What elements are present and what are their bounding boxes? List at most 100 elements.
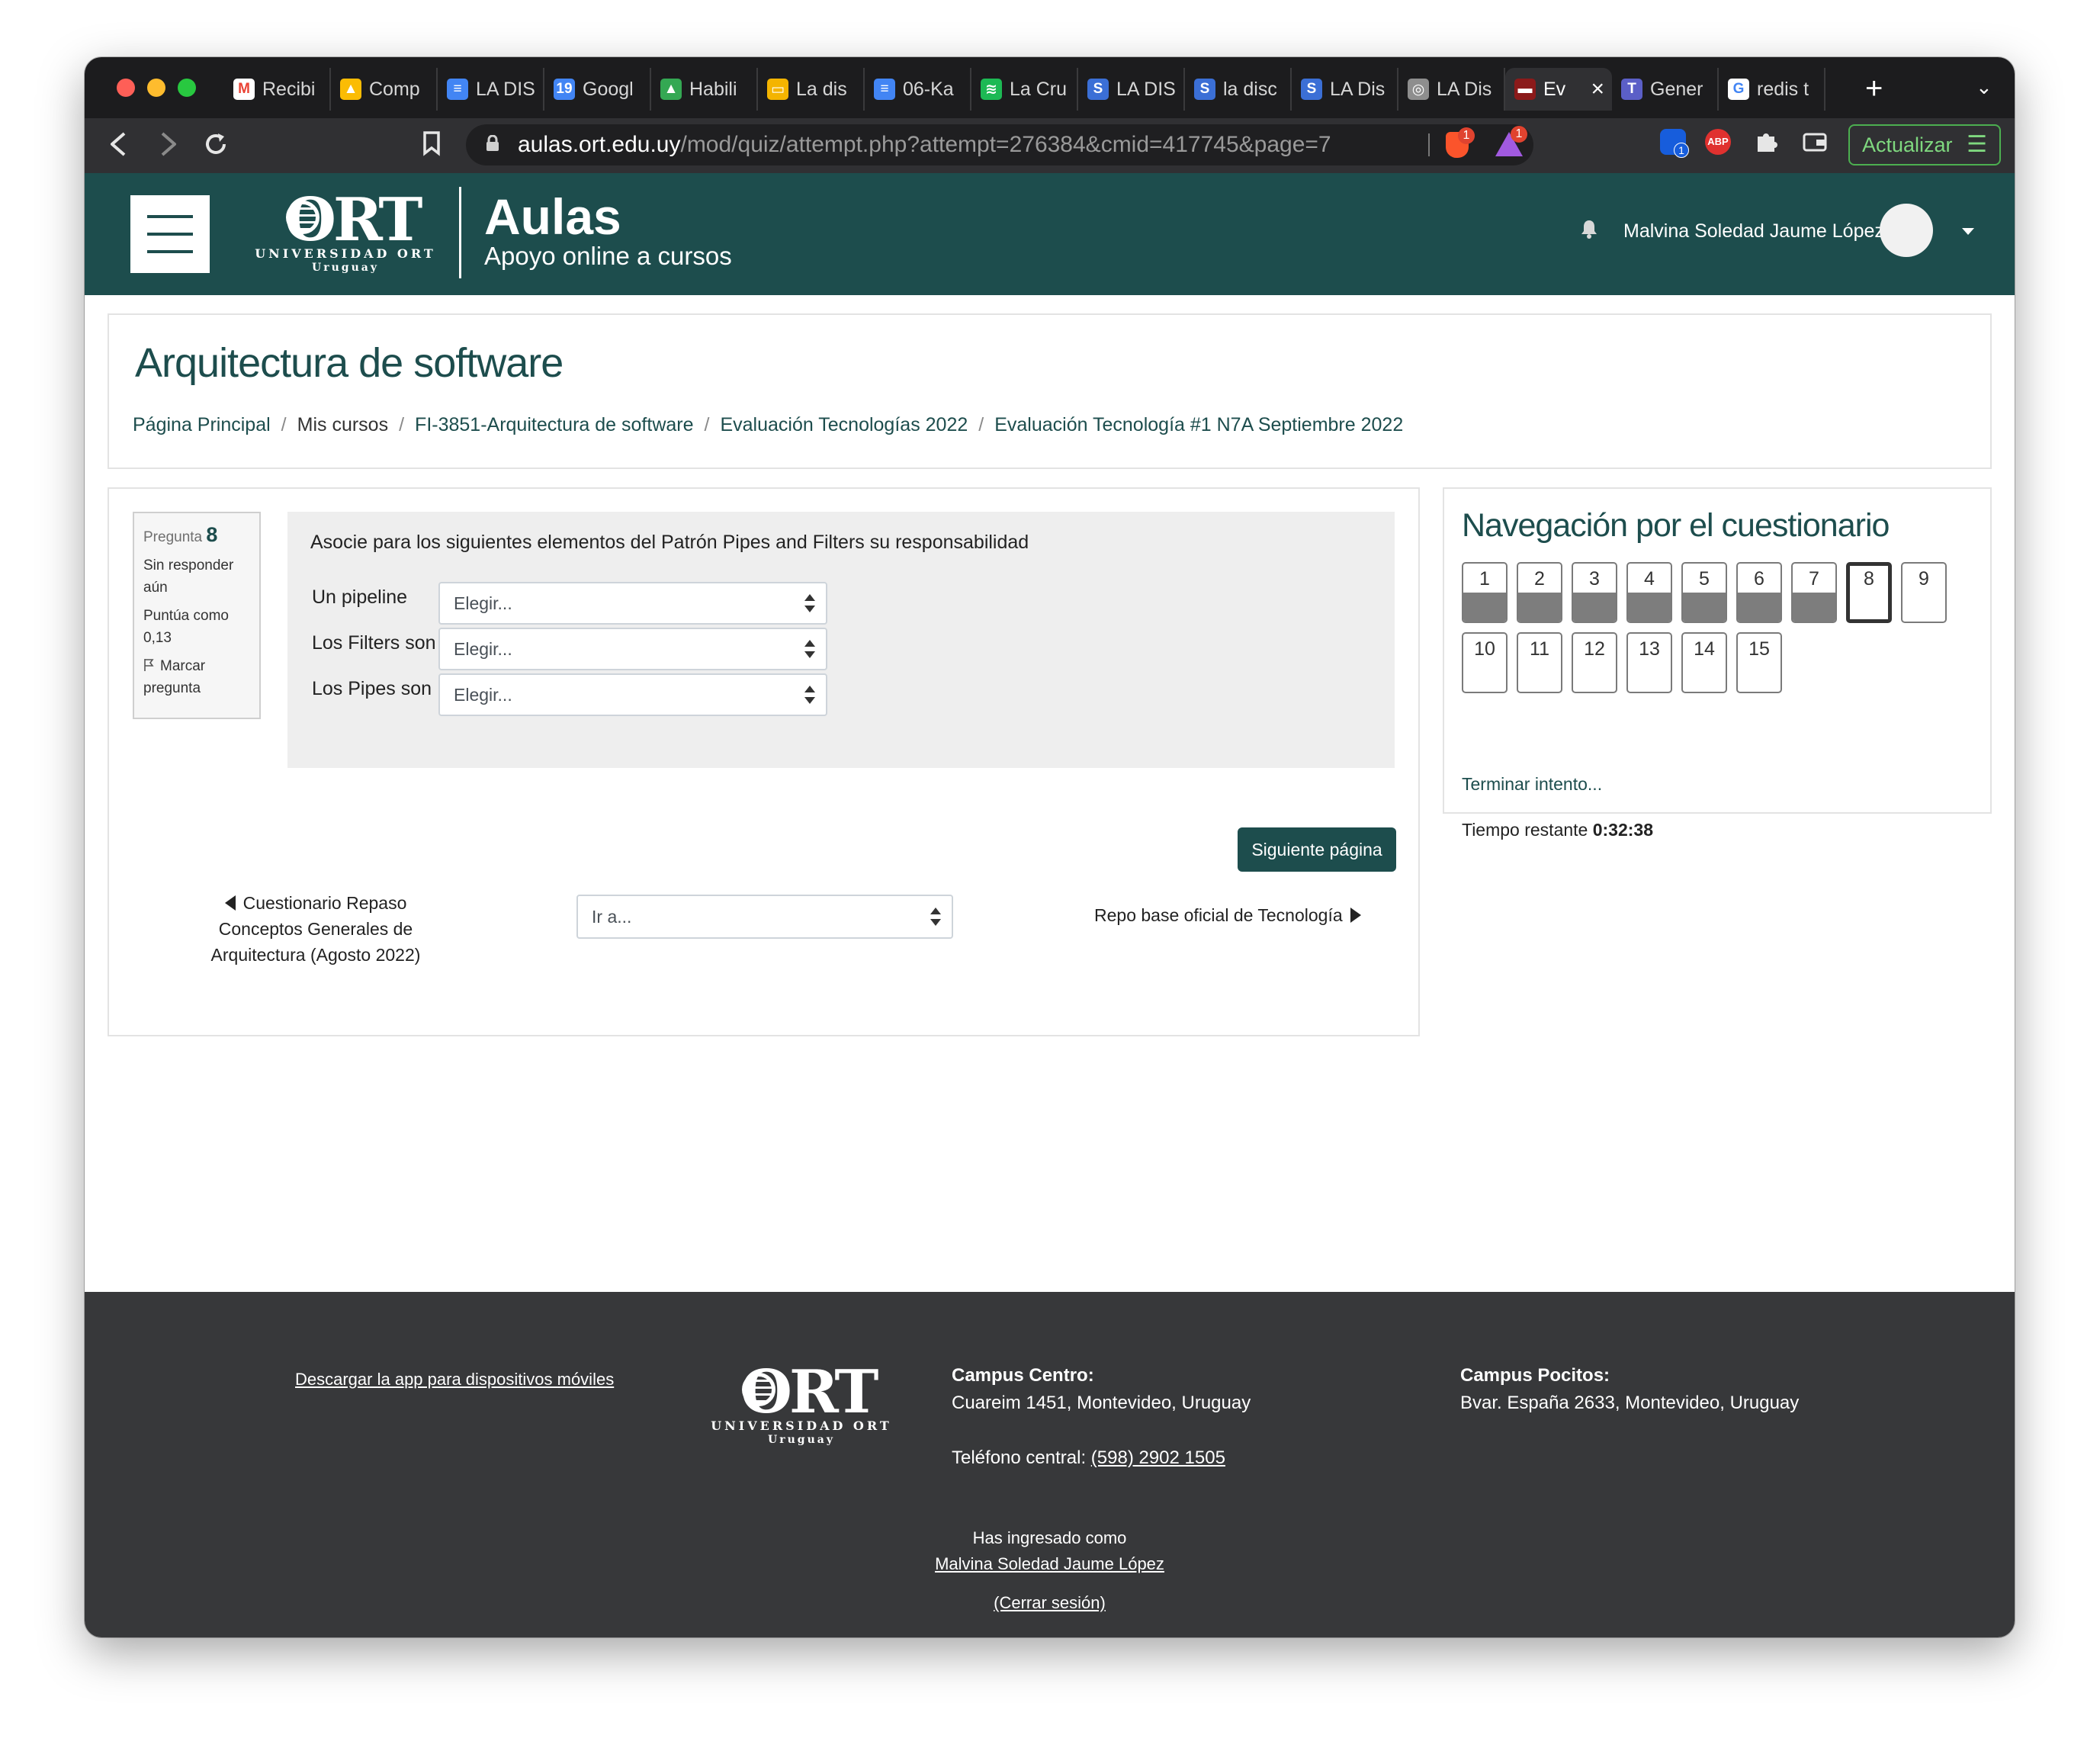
question-number-label: 10 xyxy=(1474,638,1495,660)
quiz-nav-question-4[interactable]: 4 xyxy=(1626,562,1672,623)
next-page-button[interactable]: Siguiente página xyxy=(1238,827,1396,872)
match-select-filters[interactable]: Elegir... xyxy=(438,628,827,670)
hamburger-menu-button[interactable] xyxy=(130,195,210,273)
prev-activity-link[interactable]: Cuestionario Repaso Conceptos Generales … xyxy=(186,890,445,968)
answered-fill xyxy=(1518,593,1561,622)
close-window-button[interactable] xyxy=(117,79,135,97)
match-select-pipes[interactable]: Elegir... xyxy=(438,673,827,716)
maximize-window-button[interactable] xyxy=(178,79,196,97)
page-header-card xyxy=(108,313,1992,469)
next-activity-link[interactable]: Repo base oficial de Tecnología xyxy=(1094,905,1361,926)
breadcrumb-my-courses[interactable]: Mis cursos xyxy=(297,414,388,436)
browser-tab[interactable]: 19 Googl xyxy=(544,68,651,111)
quiz-nav-question-10[interactable]: 10 xyxy=(1462,632,1508,693)
adblock-icon[interactable]: ABP xyxy=(1705,129,1731,155)
triangle-right-icon xyxy=(1350,908,1361,923)
browser-tab[interactable]: Gredis t xyxy=(1719,68,1825,111)
breadcrumb-quiz[interactable]: Evaluación Tecnología #1 N7A Septiembre … xyxy=(994,414,1403,436)
tab-title: la disc xyxy=(1223,78,1277,100)
forward-button[interactable] xyxy=(156,130,179,165)
quiz-nav-question-5[interactable]: 5 xyxy=(1681,562,1727,623)
docs-icon: ≡ xyxy=(874,79,895,100)
download-app-link[interactable]: Descargar la app para dispositivos móvil… xyxy=(295,1370,614,1390)
quiz-nav-question-11[interactable]: 11 xyxy=(1517,632,1562,693)
quiz-nav-question-15[interactable]: 15 xyxy=(1736,632,1782,693)
quiz-nav-question-14[interactable]: 14 xyxy=(1681,632,1727,693)
tab-search-button[interactable]: ⌄ xyxy=(1976,76,1992,99)
select-arrows-icon xyxy=(930,908,941,926)
browser-tab[interactable]: ▭ La dis xyxy=(758,68,865,111)
quiz-nav-question-8[interactable]: 8 xyxy=(1846,562,1892,623)
browser-tab[interactable]: ▬ Ev × xyxy=(1505,68,1612,111)
s-icon: S xyxy=(1301,79,1322,100)
browser-tab[interactable]: ≡ LA DIS xyxy=(438,68,544,111)
tab-title: Habili xyxy=(689,78,737,100)
finish-attempt-link[interactable]: Terminar intento... xyxy=(1462,774,1602,795)
quiz-nav-question-9[interactable]: 9 xyxy=(1901,562,1947,623)
hamburger-line xyxy=(147,233,193,236)
breadcrumb-course[interactable]: FI-3851-Arquitectura de software xyxy=(415,414,693,436)
breadcrumb-section[interactable]: Evaluación Tecnologías 2022 xyxy=(720,414,968,436)
quiz-nav-question-13[interactable]: 13 xyxy=(1626,632,1672,693)
logo-country: Uruguay xyxy=(312,262,379,274)
browser-tab[interactable]: M Recibi xyxy=(224,68,331,111)
browser-tab[interactable]: ▲ Habili xyxy=(651,68,758,111)
back-button[interactable] xyxy=(108,130,130,165)
logo-country: Uruguay xyxy=(768,1434,835,1446)
select-value: Elegir... xyxy=(454,639,512,659)
browser-tab[interactable]: ▲ Comp xyxy=(331,68,438,111)
quiz-nav-question-1[interactable]: 1 xyxy=(1462,562,1508,623)
question-number-label: 6 xyxy=(1754,568,1764,590)
extensions-icon[interactable] xyxy=(1753,129,1779,155)
address-bar[interactable]: aulas.ort.edu.uy/mod/quiz/attempt.php?at… xyxy=(466,124,1533,165)
tab-list: M Recibi ▲ Comp ≡ LA DIS 19 Googl ▲ Habili ▭ La dis… xyxy=(224,68,1825,111)
menu-lines-icon: ☰ xyxy=(1967,132,1987,157)
calendar-icon: 19 xyxy=(554,79,575,100)
close-tab-icon[interactable]: × xyxy=(1591,76,1604,102)
browser-tab[interactable]: S LA Dis xyxy=(1292,68,1398,111)
flag-question-link[interactable]: Marcar pregunta xyxy=(143,655,250,699)
match-select-pipeline[interactable]: Elegir... xyxy=(438,582,827,625)
breadcrumb-home[interactable]: Página Principal xyxy=(133,414,271,436)
footer-ort-logo: ORT UNIVERSIDAD ORT Uruguay xyxy=(710,1362,893,1447)
user-menu-caret-icon[interactable] xyxy=(1962,228,1974,235)
reload-button[interactable] xyxy=(202,130,230,165)
footer-user-link[interactable]: Malvina Soledad Jaume López xyxy=(85,1554,2015,1574)
user-avatar[interactable] xyxy=(1880,204,1933,257)
user-name[interactable]: Malvina Soledad Jaume López xyxy=(1623,220,1884,243)
update-button[interactable]: Actualizar ☰ xyxy=(1848,124,2001,165)
time-remaining: Tiempo restante 0:32:38 xyxy=(1462,820,1653,840)
new-tab-button[interactable]: + xyxy=(1865,69,1883,108)
browser-tab[interactable]: ≋ La Cru xyxy=(971,68,1078,111)
browser-tab[interactable]: Sla disc xyxy=(1185,68,1292,111)
brave-badge: 1 xyxy=(1458,127,1475,144)
select-value: Elegir... xyxy=(454,593,512,613)
answered-fill xyxy=(1738,593,1781,622)
browser-tab[interactable]: T Gener xyxy=(1612,68,1719,111)
quiz-nav-question-7[interactable]: 7 xyxy=(1791,562,1837,623)
header-divider xyxy=(459,187,461,278)
phone-link[interactable]: (598) 2902 1505 xyxy=(1091,1447,1225,1468)
notification-bell-icon[interactable] xyxy=(1579,219,1599,239)
answered-fill xyxy=(1463,593,1506,622)
site-title[interactable]: Aulas xyxy=(484,190,621,243)
quiz-nav-question-2[interactable]: 2 xyxy=(1517,562,1562,623)
wallet-icon[interactable] xyxy=(1802,129,1828,155)
brave-shields-icon[interactable]: 1 xyxy=(1446,127,1475,158)
quiz-nav-question-12[interactable]: 12 xyxy=(1572,632,1617,693)
browser-tab[interactable]: ◎ LA Dis xyxy=(1398,68,1505,111)
question-number-label: 7 xyxy=(1809,568,1819,590)
campus-pocitos: Campus Pocitos: Bvar. España 2633, Monte… xyxy=(1460,1362,1799,1417)
question-number-label: 15 xyxy=(1748,638,1770,660)
logout-link[interactable]: (Cerrar sesión) xyxy=(85,1593,2015,1613)
jump-to-select[interactable]: Ir a... xyxy=(576,895,953,939)
ort-logo[interactable]: ORT UNIVERSIDAD ORT Uruguay xyxy=(254,190,437,275)
browser-tab[interactable]: ≡ 06-Ka xyxy=(865,68,971,111)
bookmark-button[interactable] xyxy=(422,130,442,163)
browser-tab[interactable]: S LA DIS xyxy=(1078,68,1185,111)
quiz-nav-question-6[interactable]: 6 xyxy=(1736,562,1782,623)
bitwarden-icon[interactable]: 1 xyxy=(1660,129,1689,158)
question-status: Sin responder aún xyxy=(143,557,234,596)
quiz-nav-question-3[interactable]: 3 xyxy=(1572,562,1617,623)
minimize-window-button[interactable] xyxy=(147,79,165,97)
